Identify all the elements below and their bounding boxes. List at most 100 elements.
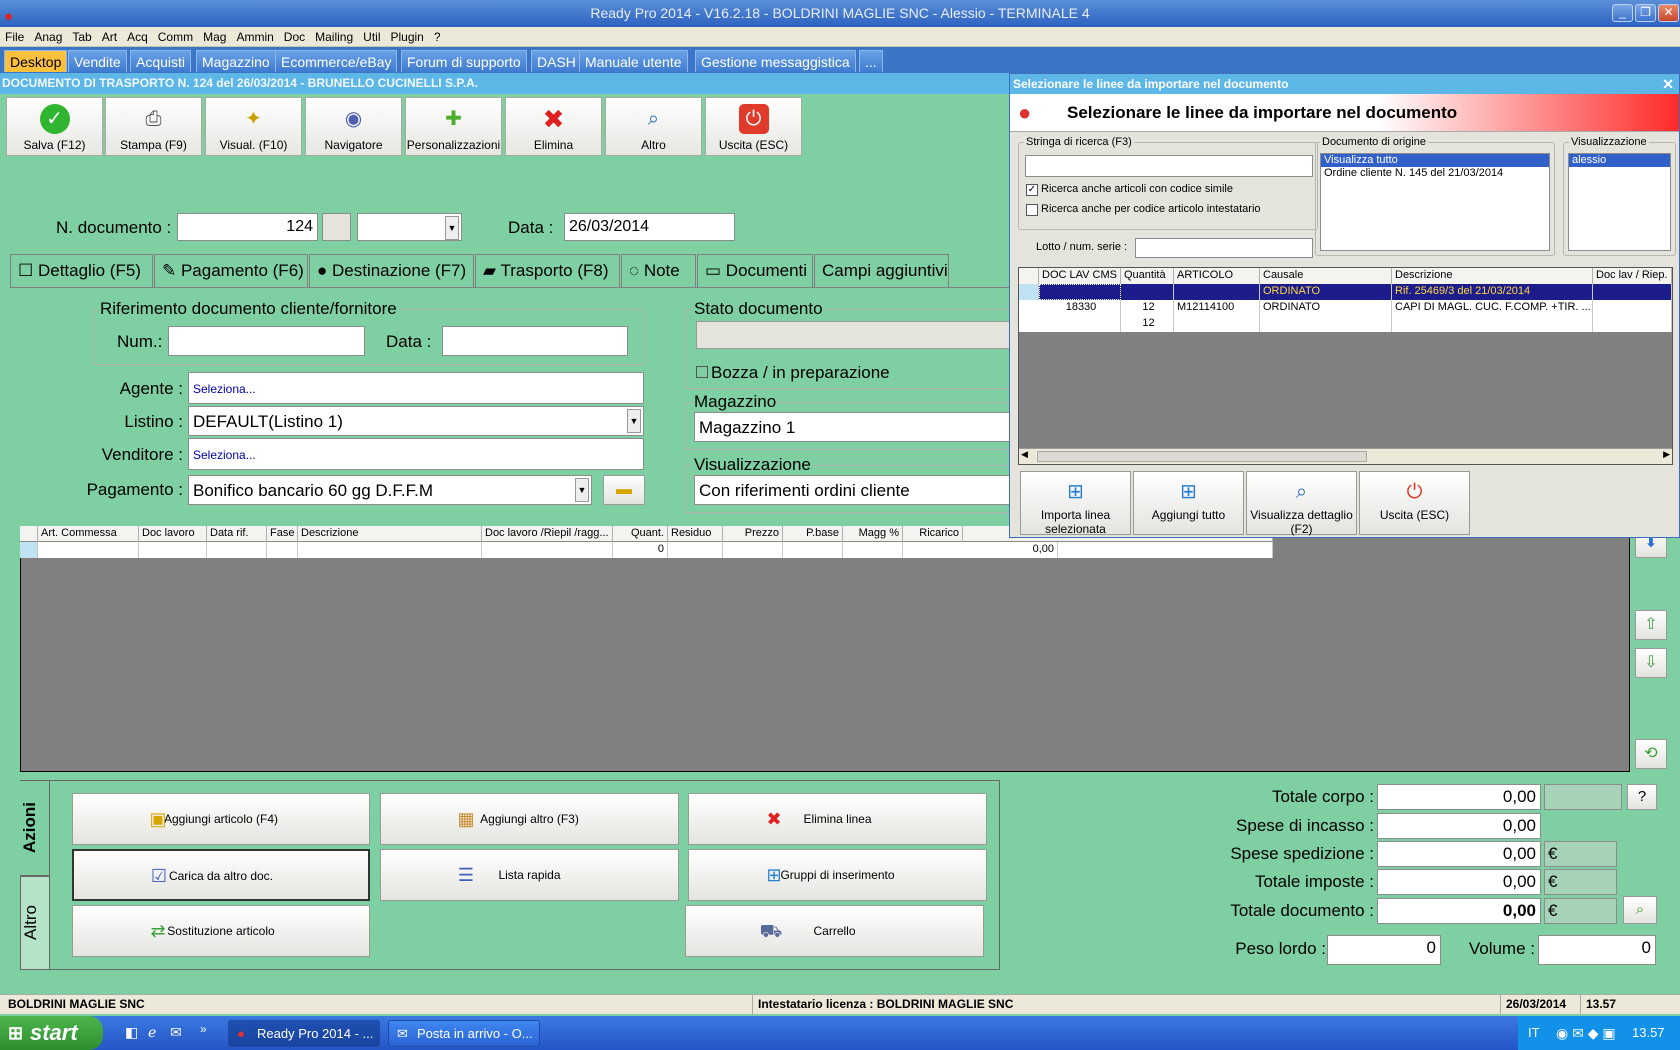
- table-row[interactable]: 0 0,00: [20, 542, 1273, 558]
- insert-groups-button[interactable]: ⊞ Gruppi di inserimento: [688, 849, 987, 901]
- help-button[interactable]: ?: [1627, 784, 1657, 810]
- menu-anag[interactable]: Anag: [29, 27, 67, 47]
- minimize-button[interactable]: _: [1612, 4, 1633, 22]
- tab-dettaglio[interactable]: ☐ Dettaglio (F5): [10, 254, 153, 288]
- tab-messaggistica[interactable]: Gestione messaggistica: [695, 50, 856, 72]
- col-header[interactable]: Doc lavoro: [139, 526, 207, 542]
- language-indicator[interactable]: IT: [1528, 1016, 1540, 1050]
- view-list[interactable]: alessio: [1568, 153, 1671, 251]
- list-item[interactable]: alessio: [1569, 154, 1670, 167]
- quicklaunch-icon[interactable]: ◧: [125, 1024, 138, 1041]
- volume-field[interactable]: 0: [1538, 935, 1656, 965]
- close-button[interactable]: ✕: [1658, 4, 1679, 22]
- replace-article-button[interactable]: ⇄ Sostituzione articolo: [72, 905, 370, 957]
- tab-manuale[interactable]: Manuale utente: [579, 50, 688, 72]
- col-header[interactable]: ARTICOLO: [1174, 268, 1260, 284]
- add-all-button[interactable]: ⊞ Aggiungi tutto: [1133, 471, 1244, 535]
- col-header[interactable]: Causale: [1260, 268, 1392, 284]
- add-other-button[interactable]: ▦ Aggiungi altro (F3): [380, 793, 679, 845]
- view-detail-button[interactable]: ⌕ Visualizza dettaglio (F2): [1246, 471, 1357, 536]
- menu-file[interactable]: File: [0, 27, 29, 47]
- origin-list[interactable]: Visualizza tutto Ordine cliente N. 145 d…: [1320, 153, 1550, 251]
- tab-desktop[interactable]: Desktop: [4, 50, 68, 72]
- tab-trasporto[interactable]: ▰ Trasporto (F8): [475, 254, 620, 288]
- col-header[interactable]: Quant.: [613, 526, 668, 542]
- list-item[interactable]: Ordine cliente N. 145 del 21/03/2014: [1321, 167, 1549, 180]
- menu-doc[interactable]: Doc: [279, 27, 310, 47]
- menu-mailing[interactable]: Mailing: [310, 27, 358, 47]
- view-select[interactable]: Con riferimenti ordini cliente: [694, 475, 1012, 505]
- tab-destinazione[interactable]: ● Destinazione (F7): [309, 254, 474, 288]
- view-button[interactable]: ✦ Visual. (F10): [205, 97, 302, 156]
- similar-code-checkbox[interactable]: ✓: [1026, 184, 1038, 196]
- quick-list-button[interactable]: ☰ Lista rapida: [380, 849, 679, 901]
- col-header[interactable]: Descrizione: [1392, 268, 1593, 284]
- menu-acq[interactable]: Acq: [122, 27, 153, 47]
- tab-pagamento[interactable]: ✎ Pagamento (F6): [154, 254, 308, 288]
- ref-date-input[interactable]: [442, 326, 628, 356]
- menu-util[interactable]: Util: [358, 27, 385, 47]
- tab-campi-aggiuntivi[interactable]: Campi aggiuntivi: [814, 254, 949, 288]
- holder-code-checkbox[interactable]: [1026, 204, 1038, 216]
- col-header[interactable]: P.base: [783, 526, 843, 542]
- lines-grid[interactable]: [20, 526, 1630, 772]
- tab-documenti[interactable]: ▭ Documenti: [697, 254, 813, 288]
- task-outlook[interactable]: ✉ Posta in arrivo - O...: [388, 1020, 540, 1047]
- agent-select[interactable]: Seleziona...: [188, 372, 644, 404]
- tab-acquisti[interactable]: Acquisti: [130, 50, 192, 72]
- menu-plugin[interactable]: Plugin: [386, 27, 429, 47]
- add-article-button[interactable]: ▣ Aggiungi articolo (F4): [72, 793, 370, 845]
- cart-button[interactable]: ⛟ Carrello: [685, 905, 984, 957]
- col-header[interactable]: Fase: [267, 526, 298, 542]
- tray-icons[interactable]: ◉ ✉ ◆ ▣: [1556, 1016, 1616, 1050]
- col-header[interactable]: Descrizione: [298, 526, 482, 542]
- delete-line-button[interactable]: ✖ Elimina linea: [688, 793, 987, 845]
- menu-mag[interactable]: Mag: [198, 27, 231, 47]
- start-button[interactable]: ⊞ start: [0, 1016, 103, 1050]
- arrow-down-icon[interactable]: ⇩: [1635, 648, 1667, 678]
- gross-weight-field[interactable]: 0: [1327, 935, 1441, 965]
- col-header[interactable]: Ricarico: [903, 526, 963, 542]
- tab-forum[interactable]: Forum di supporto: [401, 50, 527, 72]
- col-header[interactable]: Prezzo: [723, 526, 783, 542]
- col-header[interactable]: Magg %: [843, 526, 903, 542]
- tab-dash[interactable]: DASH: [531, 50, 582, 72]
- menu-tab[interactable]: Tab: [67, 27, 96, 47]
- warehouse-select[interactable]: Magazzino 1: [694, 412, 1012, 442]
- browser-icon[interactable]: ℯ: [148, 1024, 156, 1041]
- refresh-icon[interactable]: ⟲: [1635, 739, 1667, 769]
- col-header[interactable]: Quantità: [1121, 268, 1174, 284]
- doc-date-field[interactable]: 26/03/2014: [564, 213, 735, 241]
- col-header[interactable]: Residuo: [668, 526, 723, 542]
- mail-icon[interactable]: ✉: [170, 1024, 182, 1041]
- search-input[interactable]: [1025, 155, 1313, 177]
- delete-button[interactable]: ✖ Elimina: [505, 97, 602, 156]
- lot-input[interactable]: [1135, 238, 1313, 258]
- list-item[interactable]: Visualizza tutto: [1321, 154, 1549, 167]
- payment-select[interactable]: Bonifico bancario 60 gg D.F.F.M ▼: [188, 475, 592, 505]
- collection-fees-field[interactable]: 0,00: [1377, 813, 1541, 839]
- restore-button[interactable]: ❐: [1635, 4, 1656, 22]
- seller-select[interactable]: Seleziona...: [188, 438, 644, 470]
- more-button[interactable]: ⌕ Altro: [605, 97, 702, 156]
- doc-series-select[interactable]: ▼: [357, 213, 462, 241]
- doc-number-suffix[interactable]: [322, 213, 351, 241]
- horizontal-scrollbar[interactable]: ◀ ▶: [1019, 448, 1672, 464]
- side-tab-altro[interactable]: Altro: [20, 876, 50, 970]
- chevron-right-icon[interactable]: »: [200, 1022, 207, 1036]
- col-header[interactable]: Data rif.: [207, 526, 267, 542]
- customize-button[interactable]: ✚ Personalizzazioni: [405, 97, 502, 156]
- col-header[interactable]: Doc lav / Riep.: [1593, 268, 1672, 284]
- folder-icon[interactable]: ▬: [603, 475, 645, 505]
- dialog-close-icon[interactable]: ✕: [1662, 74, 1674, 94]
- tab-magazzino[interactable]: Magazzino: [196, 50, 276, 72]
- side-tab-azioni[interactable]: Azioni: [20, 780, 50, 876]
- import-line-button[interactable]: ⊞ Importa linea selezionata: [1020, 471, 1131, 536]
- shipping-fees-field[interactable]: 0,00: [1377, 841, 1541, 867]
- arrow-up-icon[interactable]: ⇧: [1635, 610, 1667, 640]
- exit-button[interactable]: ⏻ Uscita (ESC): [705, 97, 802, 156]
- tab-note[interactable]: ◌ Note: [621, 254, 696, 288]
- task-readypro[interactable]: ● Ready Pro 2014 - ...: [228, 1020, 380, 1047]
- save-button[interactable]: ✓ Salva (F12): [6, 97, 103, 156]
- tab-ecommerce[interactable]: Ecommerce/eBay: [275, 50, 398, 72]
